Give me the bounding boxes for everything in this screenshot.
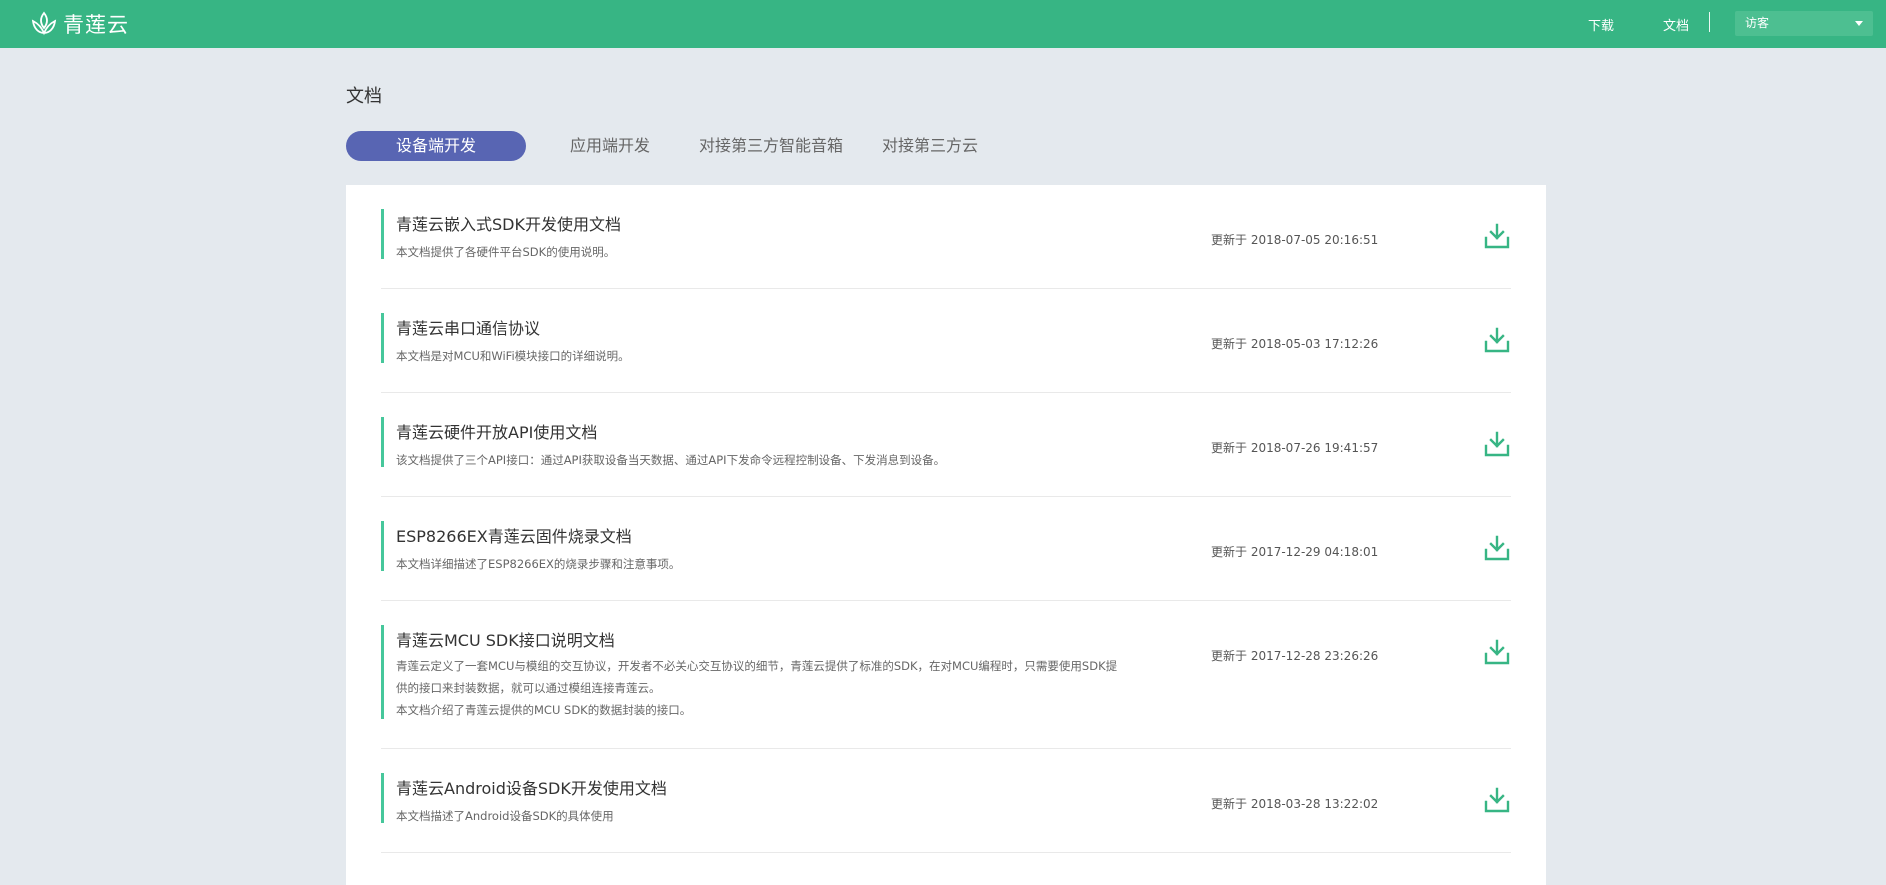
doc-updated: 更新于 2018-07-26 19:41:57 xyxy=(1211,441,1379,455)
doc-desc: 本文档描述了Android设备SDK的具体使用 xyxy=(396,809,614,823)
download-icon[interactable] xyxy=(1483,638,1511,666)
tab-third-party-cloud[interactable]: 对接第三方云 xyxy=(882,131,978,161)
doc-item: ESP8266EX青莲云固件烧录文档 本文档详细描述了ESP8266EX的烧录步… xyxy=(381,497,1511,601)
doc-desc: 本文档详细描述了ESP8266EX的烧录步骤和注意事项。 xyxy=(396,557,681,571)
accent-bar xyxy=(381,625,384,719)
logo-text: 青莲云 xyxy=(63,13,129,37)
doc-updated: 更新于 2018-07-05 20:16:51 xyxy=(1211,233,1379,247)
tab-app-dev[interactable]: 应用端开发 xyxy=(570,131,650,161)
doc-title[interactable]: 青莲云MCU SDK接口说明文档 xyxy=(396,627,615,651)
tab-device-dev[interactable]: 设备端开发 xyxy=(346,131,526,161)
doc-item: 青莲云MCU SDK接口说明文档 青莲云定义了一套MCU与模组的交互协议，开发者… xyxy=(381,601,1511,749)
nav-divider xyxy=(1709,12,1710,32)
doc-item: 青莲云串口通信协议 本文档是对MCU和WiFi模块接口的详细说明。 更新于 20… xyxy=(381,289,1511,393)
download-icon[interactable] xyxy=(1483,430,1511,458)
accent-bar xyxy=(381,521,384,571)
doc-updated: 更新于 2018-05-03 17:12:26 xyxy=(1211,337,1379,351)
download-icon[interactable] xyxy=(1483,786,1511,814)
doc-title[interactable]: 青莲云串口通信协议 xyxy=(396,315,540,339)
tab-smart-speaker[interactable]: 对接第三方智能音箱 xyxy=(699,131,843,161)
doc-updated: 更新于 2017-12-29 04:18:01 xyxy=(1211,545,1379,559)
logo[interactable]: 青莲云 xyxy=(29,9,129,39)
nav-docs-link[interactable]: 文档 xyxy=(1663,15,1689,34)
top-bar: 青莲云 下载 文档 访客 xyxy=(0,0,1886,48)
user-select[interactable]: 访客 xyxy=(1735,11,1873,36)
doc-desc-line: 本文档介绍了青莲云提供的MCU SDK的数据封装的接口。 xyxy=(396,703,692,717)
accent-bar xyxy=(381,313,384,363)
doc-item: 青莲云Android设备SDK开发使用文档 本文档描述了Android设备SDK… xyxy=(381,749,1511,853)
doc-title[interactable]: 青莲云硬件开放API使用文档 xyxy=(396,419,597,443)
doc-title[interactable]: 青莲云嵌入式SDK开发使用文档 xyxy=(396,211,621,235)
doc-updated: 更新于 2018-03-28 13:22:02 xyxy=(1211,797,1379,811)
doc-item: 青莲云硬件开放API使用文档 该文档提供了三个API接口：通过API获取设备当天… xyxy=(381,393,1511,497)
download-icon[interactable] xyxy=(1483,222,1511,250)
user-select-value: 访客 xyxy=(1745,16,1770,30)
doc-title[interactable]: ESP8266EX青莲云固件烧录文档 xyxy=(396,523,632,547)
lotus-logo-icon xyxy=(31,11,57,36)
accent-bar xyxy=(381,417,384,467)
download-icon[interactable] xyxy=(1483,326,1511,354)
doc-list-card: 青莲云嵌入式SDK开发使用文档 本文档提供了各硬件平台SDK的使用说明。 更新于… xyxy=(346,185,1546,885)
doc-desc-line: 供的接口来封装数据，就可以通过模组连接青莲云。 xyxy=(396,681,661,695)
download-icon[interactable] xyxy=(1483,534,1511,562)
doc-desc: 该文档提供了三个API接口：通过API获取设备当天数据、通过API下发命令远程控… xyxy=(396,453,946,467)
accent-bar xyxy=(381,773,384,823)
doc-desc-line: 青莲云定义了一套MCU与模组的交互协议，开发者不必关心交互协议的细节，青莲云提供… xyxy=(396,659,1118,673)
doc-desc: 本文档提供了各硬件平台SDK的使用说明。 xyxy=(396,245,616,259)
doc-item: 青莲云嵌入式SDK开发使用文档 本文档提供了各硬件平台SDK的使用说明。 更新于… xyxy=(381,185,1511,289)
doc-title[interactable]: 青莲云Android设备SDK开发使用文档 xyxy=(396,775,667,799)
page-title: 文档 xyxy=(346,86,382,107)
doc-desc: 本文档是对MCU和WiFi模块接口的详细说明。 xyxy=(396,349,630,363)
caret-down-icon xyxy=(1855,21,1863,26)
doc-desc: 青莲云定义了一套MCU与模组的交互协议，开发者不必关心交互协议的细节，青莲云提供… xyxy=(396,655,1196,721)
nav-download-link[interactable]: 下载 xyxy=(1588,15,1614,34)
accent-bar xyxy=(381,209,384,259)
doc-updated: 更新于 2017-12-28 23:26:26 xyxy=(1211,649,1379,663)
